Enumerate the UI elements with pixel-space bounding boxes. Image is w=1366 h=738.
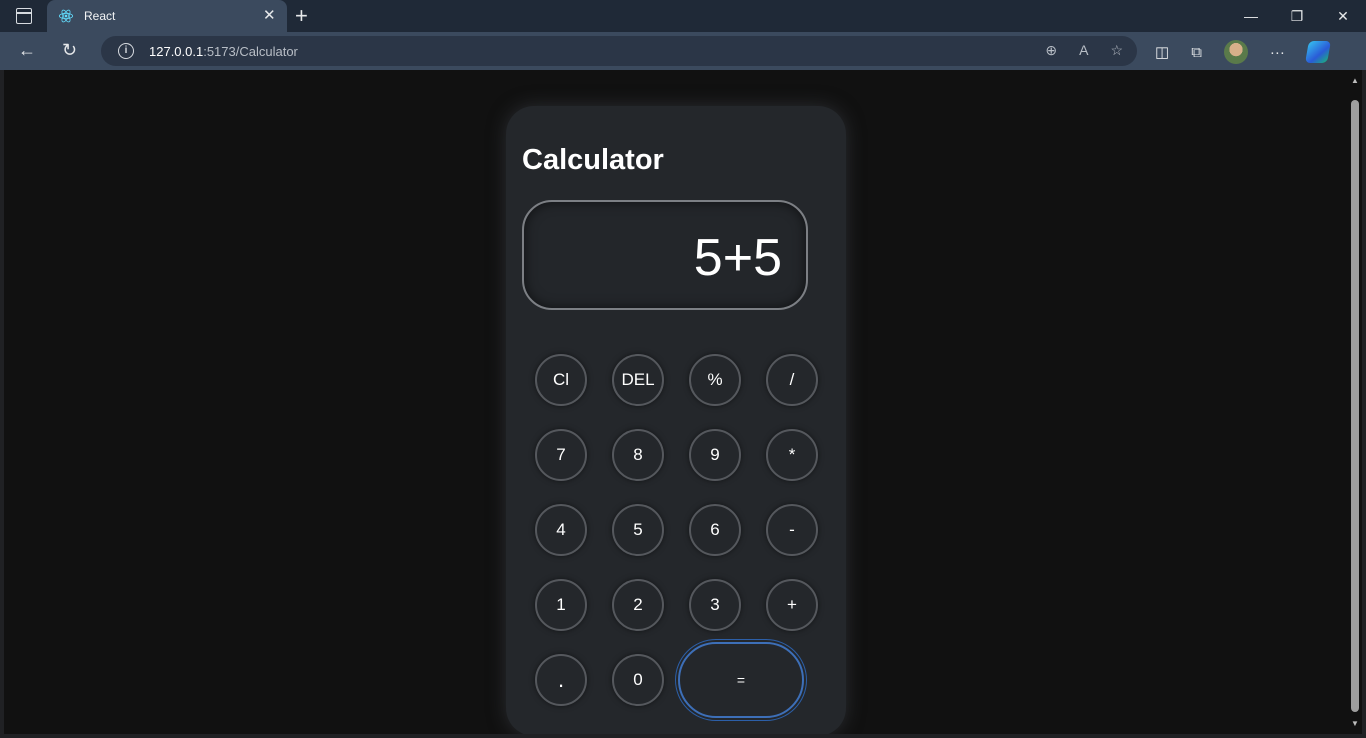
digit-8-button[interactable]: 8 [612, 429, 664, 481]
digit-3-button[interactable]: 3 [689, 579, 741, 631]
tab-bar: React ✕ + — ❐ ✕ [0, 0, 1366, 32]
react-icon [58, 9, 74, 23]
delete-button[interactable]: DEL [612, 354, 664, 406]
browser-toolbar: ← ↻ i 127.0.0.1:5173/Calculator ⊕ A ☆ ◫ … [0, 32, 1366, 70]
split-screen-icon[interactable]: ◫ [1155, 43, 1169, 61]
collections-icon[interactable]: ⧉ [1191, 44, 1202, 61]
digit-9-button[interactable]: 9 [689, 429, 741, 481]
window-controls: — ❐ ✕ [1228, 0, 1366, 32]
copilot-icon[interactable] [1304, 41, 1331, 63]
percent-button[interactable]: % [689, 354, 741, 406]
scrollbar-thumb[interactable] [1351, 100, 1359, 712]
calculator-title: Calculator [522, 144, 664, 176]
minimize-button[interactable]: — [1228, 0, 1274, 32]
reload-icon[interactable]: ↻ [62, 40, 77, 61]
digit-2-button[interactable]: 2 [612, 579, 664, 631]
tab-title: React [84, 9, 116, 23]
display-expression: 5+5 [693, 229, 782, 287]
calculator-panel: Calculator 5+5 Cl DEL % / 7 8 9 * 4 5 6 … [506, 106, 846, 734]
digit-0-button[interactable]: 0 [612, 654, 664, 706]
scroll-down-icon[interactable]: ▼ [1351, 719, 1359, 728]
decimal-button[interactable]: . [535, 654, 587, 706]
multiply-button[interactable]: * [766, 429, 818, 481]
address-bar[interactable]: i 127.0.0.1:5173/Calculator ⊕ A ☆ [101, 36, 1137, 66]
tab-actions-icon[interactable] [16, 8, 32, 24]
more-menu-icon[interactable]: ··· [1270, 44, 1285, 61]
minus-button[interactable]: - [766, 504, 818, 556]
favorite-star-icon[interactable]: ☆ [1110, 42, 1123, 59]
digit-7-button[interactable]: 7 [535, 429, 587, 481]
equals-button[interactable]: = [678, 642, 804, 718]
page-viewport: Calculator 5+5 Cl DEL % / 7 8 9 * 4 5 6 … [4, 70, 1348, 734]
calculator-display: 5+5 [522, 200, 808, 310]
digit-6-button[interactable]: 6 [689, 504, 741, 556]
close-tab-icon[interactable]: ✕ [263, 6, 276, 24]
divide-button[interactable]: / [766, 354, 818, 406]
site-info-icon[interactable]: i [118, 43, 134, 59]
digit-1-button[interactable]: 1 [535, 579, 587, 631]
zoom-icon[interactable]: ⊕ [1045, 42, 1057, 59]
digit-4-button[interactable]: 4 [535, 504, 587, 556]
scroll-up-icon[interactable]: ▲ [1351, 76, 1359, 85]
plus-button[interactable]: + [766, 579, 818, 631]
back-arrow-icon[interactable]: ← [18, 40, 36, 61]
tab-react[interactable]: React ✕ [47, 0, 287, 32]
profile-avatar[interactable] [1223, 40, 1248, 64]
clear-button[interactable]: Cl [535, 354, 587, 406]
url-text[interactable]: 127.0.0.1:5173/Calculator [149, 44, 298, 59]
close-window-button[interactable]: ✕ [1320, 0, 1366, 32]
restore-button[interactable]: ❐ [1274, 0, 1320, 32]
read-aloud-icon[interactable]: A [1079, 42, 1088, 59]
page-scrollbar[interactable]: ▲ ▼ [1348, 70, 1362, 734]
digit-5-button[interactable]: 5 [612, 504, 664, 556]
new-tab-button[interactable]: + [295, 3, 308, 29]
